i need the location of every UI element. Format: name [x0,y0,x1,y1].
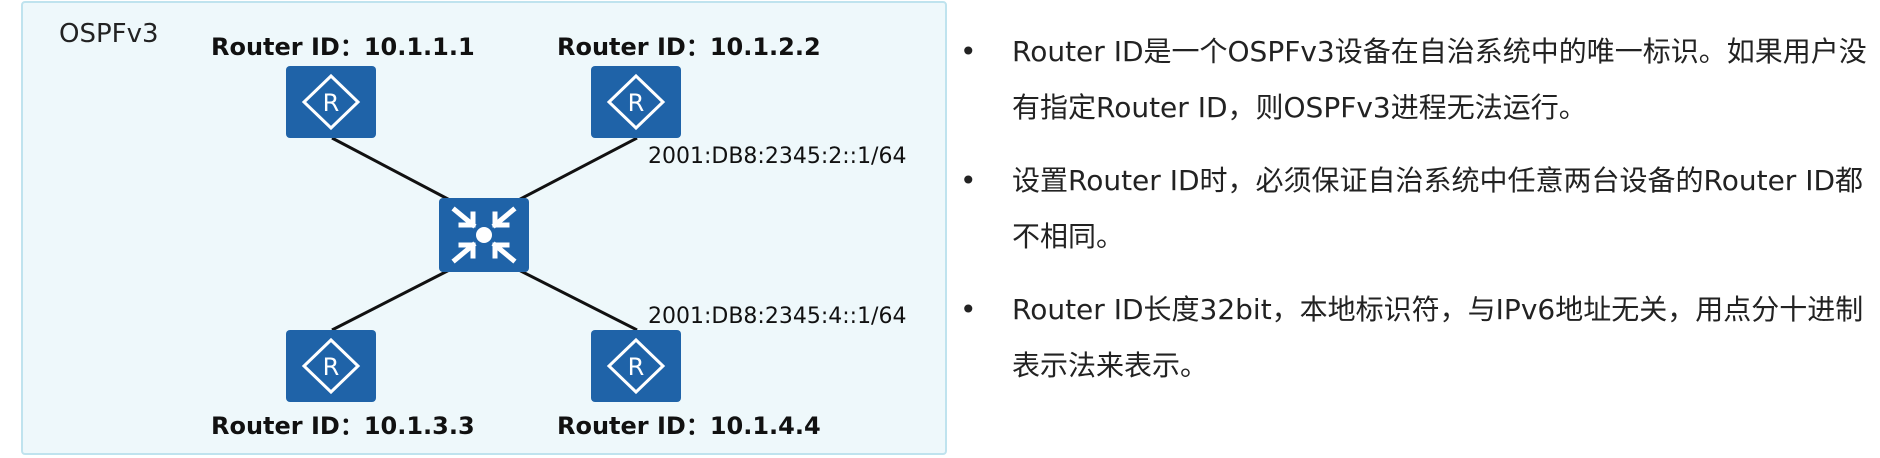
slide: OSPFv3 R R R R Router ID：10.1.1.1 Router… [0,0,1880,458]
svg-text:R: R [323,353,340,381]
router-1: R [286,66,376,138]
bullet-icon: • [960,293,977,326]
bullet-icon: • [960,164,977,197]
router-3: R [286,330,376,402]
interface-address-label: 2001:DB8:2345:2::1/64 [648,144,906,169]
note-text: Router ID长度32bit，本地标识符，与IPv6地址无关，用点分十进制表… [1012,293,1864,382]
svg-text:R: R [628,353,645,381]
router-2-id-label: Router ID：10.1.2.2 [557,33,821,61]
note-text: Router ID是一个OSPFv3设备在自治系统中的唯一标识。如果用户没有指定… [1012,35,1867,124]
router-2: R [591,66,681,138]
router-4: R [591,330,681,402]
note-item: • Router ID是一个OSPFv3设备在自治系统中的唯一标识。如果用户没有… [960,24,1870,136]
note-text: 设置Router ID时，必须保证自治系统中任意两台设备的Router ID都不… [1012,164,1864,253]
link-r2-switch [502,136,638,210]
link-r1-switch [331,136,466,210]
note-item: • 设置Router ID时，必须保证自治系统中任意两台设备的Router ID… [960,153,1870,265]
router-1-id-label: Router ID：10.1.1.1 [211,33,475,61]
note-item: • Router ID长度32bit，本地标识符，与IPv6地址无关，用点分十进… [960,282,1870,394]
interface-address-label: 2001:DB8:2345:4::1/64 [648,304,906,329]
router-id-notes: • Router ID是一个OSPFv3设备在自治系统中的唯一标识。如果用户没有… [960,24,1870,411]
link-r4-switch [502,260,638,332]
switch-icon [439,198,529,272]
topology-diagram: R R R R Router ID：10.1.1.1 Router ID：10.… [211,33,906,440]
svg-text:R: R [323,89,340,117]
router-3-id-label: Router ID：10.1.3.3 [211,412,475,440]
link-r3-switch [331,260,466,332]
router-4-id-label: Router ID：10.1.4.4 [557,412,821,440]
bullet-icon: • [960,35,977,68]
svg-text:R: R [628,89,645,117]
